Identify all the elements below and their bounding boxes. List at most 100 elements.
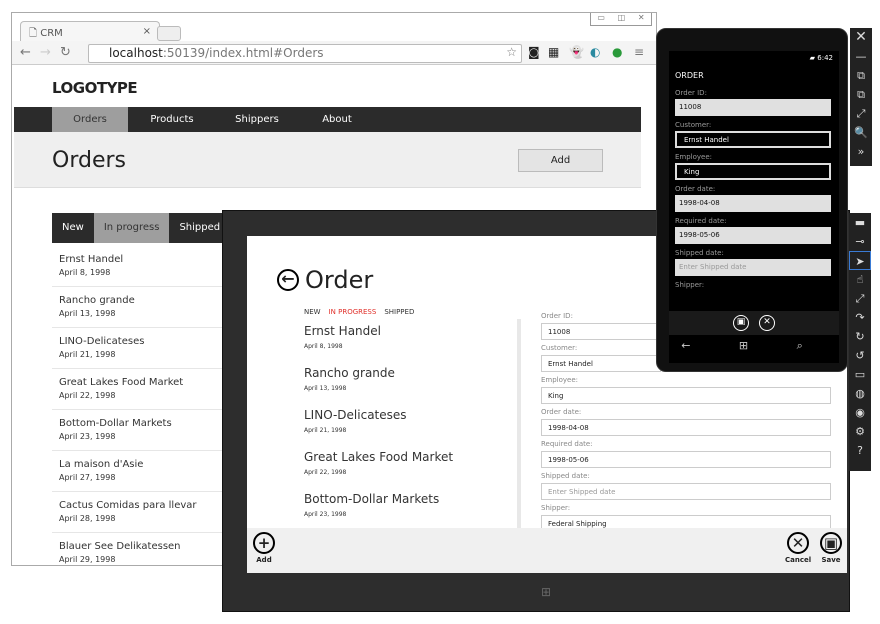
list-item[interactable]: Great Lakes Food Market April 22, 1998: [52, 369, 222, 410]
rotate-right-icon[interactable]: ⧉: [850, 85, 872, 104]
field-label: Employee:: [675, 153, 713, 161]
list-item[interactable]: Blauer See Delikatessen April 29, 1998: [52, 533, 222, 565]
help-icon[interactable]: ?: [849, 441, 871, 460]
list-item[interactable]: Ernst Handel April 8, 1998: [52, 246, 222, 287]
location-icon[interactable]: ◍: [849, 384, 871, 403]
pinch-zoom-icon[interactable]: ⤢: [849, 289, 871, 308]
rotate-counterclockwise-icon[interactable]: ↺: [849, 346, 871, 365]
tab-new[interactable]: NEW: [304, 308, 321, 316]
field-label: Shipper:: [541, 504, 571, 512]
phone-app-bar: ▣ ✕: [669, 311, 839, 335]
zoom-icon[interactable]: 🔍: [850, 123, 872, 142]
field-input[interactable]: Enter Shipped date: [675, 259, 831, 276]
cancel-app-button[interactable]: ✕ Cancel: [785, 532, 811, 564]
back-arrow-icon[interactable]: ←: [277, 269, 299, 291]
order-date: April 28, 1998: [59, 514, 116, 523]
order-date: April 23, 1998: [304, 511, 347, 518]
qr-code-icon[interactable]: ▦: [548, 45, 559, 59]
field-input[interactable]: 11008: [675, 99, 831, 116]
windows-logo-icon[interactable]: ⊞: [541, 585, 551, 599]
customer-name: Ernst Handel: [304, 324, 381, 338]
save-label: Save: [821, 556, 841, 564]
plus-icon: +: [253, 532, 275, 554]
new-tab-button[interactable]: [157, 26, 181, 41]
minimize-icon[interactable]: ▭: [597, 13, 605, 25]
field-input[interactable]: 1998-05-06: [541, 451, 831, 468]
clock: 6:42: [817, 54, 833, 62]
field-label: Required date:: [541, 440, 593, 448]
extension-icon[interactable]: ◐: [590, 45, 600, 59]
screenshot-icon[interactable]: ◉: [849, 403, 871, 422]
touch-icon[interactable]: ☝: [849, 270, 871, 289]
field-input[interactable]: 1998-04-08: [675, 195, 831, 212]
menu-icon[interactable]: ≡: [634, 45, 644, 59]
order-date: April 8, 1998: [59, 268, 111, 277]
save-app-button[interactable]: ▣ Save: [820, 532, 842, 564]
bookmark-star-icon[interactable]: ☆: [506, 45, 517, 59]
evernote-icon[interactable]: ●: [612, 45, 622, 59]
pin-icon[interactable]: ⊸: [849, 232, 871, 251]
nav-products[interactable]: Products: [128, 107, 216, 132]
browser-tab[interactable]: 🗋 CRM ×: [20, 21, 160, 43]
maximize-icon[interactable]: ◫: [618, 13, 626, 25]
simulator-toolbar: ▬ ⊸ ➤ ☝ ⤢ ↷ ↻ ↺ ▭ ◍ ◉ ⚙ ?: [849, 213, 871, 471]
nav-orders[interactable]: Orders: [52, 107, 128, 132]
add-app-button[interactable]: + Add: [253, 532, 275, 564]
settings-gear-icon[interactable]: ⚙: [849, 422, 871, 441]
orders-list: Ernst Handel April 8, 1998 Rancho grande Ap…: [304, 324, 453, 534]
list-item[interactable]: Rancho grande April 13, 1998: [304, 366, 453, 408]
cancel-x-icon[interactable]: ✕: [759, 315, 775, 331]
nav-about[interactable]: About: [298, 107, 376, 132]
nav-shippers[interactable]: Shippers: [216, 107, 298, 132]
back-arrow-icon[interactable]: ←: [681, 339, 690, 353]
field-input[interactable]: 1998-05-06: [675, 227, 831, 244]
pocket-icon[interactable]: ◙: [528, 45, 540, 59]
phone-emulator: ▰ 6:42 ORDER Order ID: 11008 Customer: Erns…: [656, 28, 848, 372]
minimize-icon[interactable]: —: [850, 47, 872, 66]
field-input[interactable]: King: [675, 163, 831, 180]
pointer-icon[interactable]: ➤: [849, 251, 871, 270]
list-item[interactable]: La maison d'Asie April 27, 1998: [52, 451, 222, 492]
save-disk-icon[interactable]: ▣: [733, 315, 749, 331]
minimize-icon[interactable]: ▬: [849, 213, 871, 232]
field-input[interactable]: Ernst Handel: [675, 131, 831, 148]
list-item[interactable]: Great Lakes Food Market April 22, 1998: [304, 450, 453, 492]
reload-icon[interactable]: ↻: [60, 45, 71, 60]
phone-order-form: Order ID: 11008 Customer: Ernst Handel Emplo…: [675, 84, 831, 289]
field-input[interactable]: 1998-04-08: [541, 419, 831, 436]
search-icon[interactable]: ⌕: [797, 339, 803, 353]
tab-bar: 🗋 CRM × ▭ ◫ ✕: [12, 13, 656, 43]
field-input[interactable]: King: [541, 387, 831, 404]
field-input[interactable]: Ernst Handel: [541, 355, 661, 372]
forward-icon[interactable]: →: [40, 45, 51, 60]
windows-logo-icon[interactable]: ⊞: [739, 339, 748, 353]
more-tools-icon[interactable]: »: [850, 142, 872, 161]
add-button[interactable]: Add: [518, 149, 603, 172]
rotate-clockwise-icon[interactable]: ↻: [849, 327, 871, 346]
list-item[interactable]: LINO-Delicateses April 21, 1998: [52, 328, 222, 369]
list-item[interactable]: Rancho grande April 13, 1998: [52, 287, 222, 328]
logo: LOGOTYPE: [52, 79, 138, 97]
ghostery-icon[interactable]: 👻: [569, 45, 584, 59]
url-input[interactable]: localhost:50139/index.html#Orders ☆: [88, 44, 522, 63]
tab-in-progress[interactable]: In progress: [93, 213, 170, 243]
back-icon[interactable]: ←: [20, 45, 31, 60]
list-scrollbar[interactable]: [517, 319, 521, 529]
rotate-gesture-icon[interactable]: ↷: [849, 308, 871, 327]
resolution-icon[interactable]: ▭: [849, 365, 871, 384]
list-item[interactable]: Ernst Handel April 8, 1998: [304, 324, 453, 366]
rotate-left-icon[interactable]: ⧉: [850, 66, 872, 85]
field-input[interactable]: 11008: [541, 323, 661, 340]
close-tab-icon[interactable]: ×: [143, 26, 151, 37]
tab-in-progress[interactable]: IN PROGRESS: [329, 308, 377, 316]
customer-name: Great Lakes Food Market: [59, 377, 184, 388]
list-item[interactable]: LINO-Delicateses April 21, 1998: [304, 408, 453, 450]
field-input[interactable]: Enter Shipped date: [541, 483, 831, 500]
list-item[interactable]: Bottom-Dollar Markets April 23, 1998: [52, 410, 222, 451]
tab-new[interactable]: New: [52, 213, 94, 243]
list-item[interactable]: Cactus Comidas para llevar April 28, 1998: [52, 492, 222, 533]
close-icon[interactable]: ✕: [850, 28, 872, 47]
close-window-icon[interactable]: ✕: [638, 13, 645, 25]
fit-screen-icon[interactable]: ⤢: [850, 104, 872, 123]
tab-shipped[interactable]: SHIPPED: [384, 308, 414, 316]
